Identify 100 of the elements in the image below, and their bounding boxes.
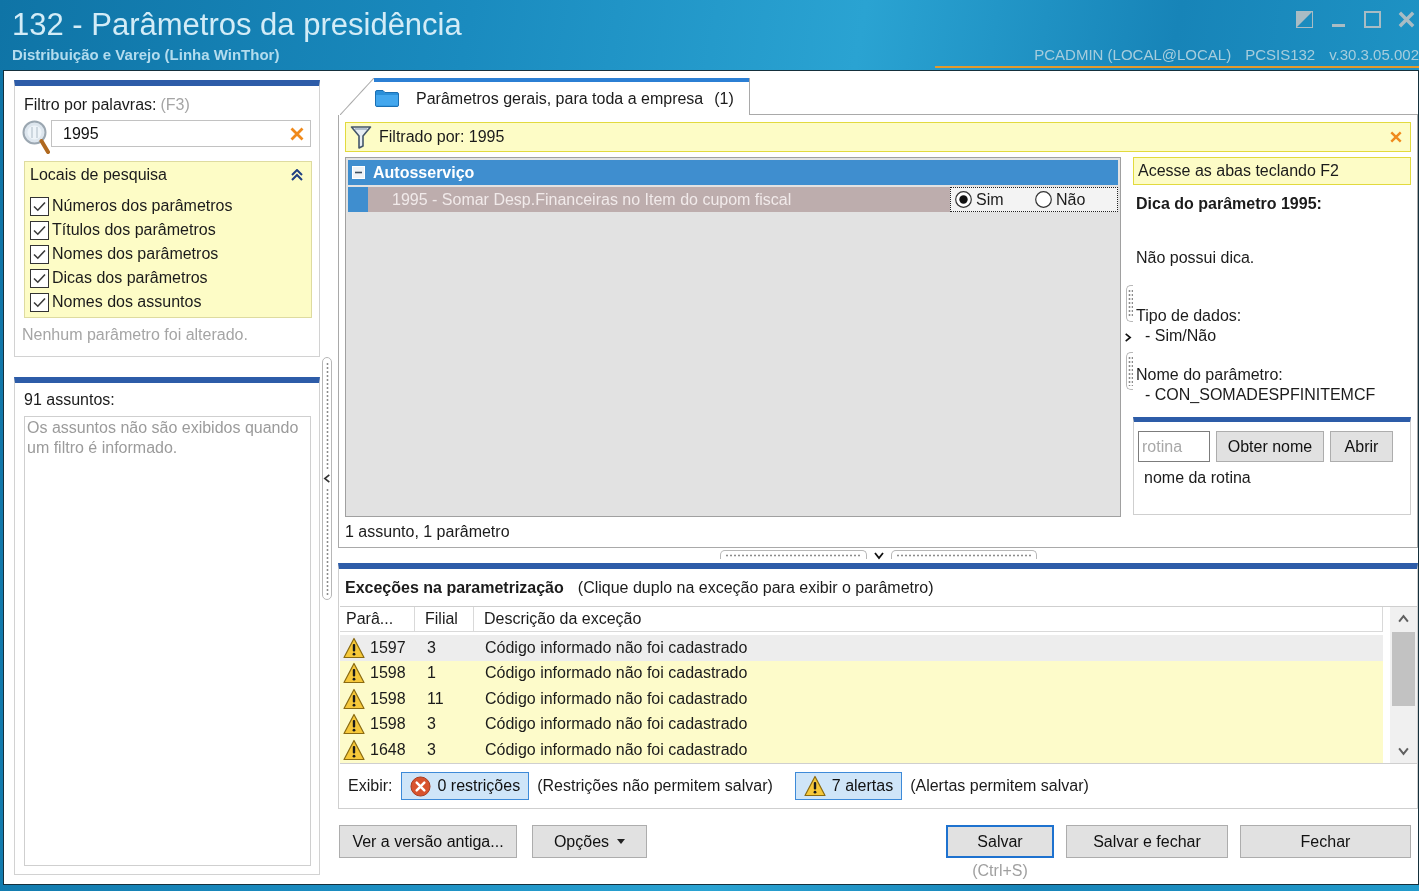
window-subtitle: Distribuição e Varejo (Linha WinThor) (12, 46, 281, 64)
exception-row[interactable]: 1598 3 Código informado não foi cadastrado (340, 711, 1383, 737)
splitter-grip[interactable] (890, 550, 1037, 559)
radio-button[interactable] (955, 191, 972, 208)
checkbox[interactable] (30, 292, 49, 312)
section-title: Exceções na parametrização (345, 578, 564, 597)
toggle-button[interactable]: 7 alertas (794, 772, 903, 800)
warning-icon (343, 687, 365, 710)
subjects-title: 91 assuntos: (24, 391, 116, 409)
exception-row[interactable]: 1597 3 Código informado não foi cadastrado (340, 635, 1383, 661)
search-field[interactable]: 1995 (51, 120, 311, 147)
button[interactable]: Opções (532, 825, 647, 858)
table-cell-text: 3 (426, 638, 437, 657)
status-text: Nenhum parâmetro foi alterado. (22, 326, 249, 344)
button[interactable]: Salvar (946, 825, 1054, 858)
scrollbar[interactable] (1390, 607, 1417, 763)
checkbox[interactable] (30, 268, 49, 288)
table-cell-text: 1 (426, 664, 437, 683)
data-type-label: Tipo de dados: (1136, 306, 1243, 326)
column-header[interactable]: Descrição da exceção (474, 607, 1383, 631)
table-cell-text: 11 (426, 689, 445, 708)
table-cell-text: Código informado não foi cadastrado (484, 664, 749, 683)
chevron-up-icon[interactable] (1398, 614, 1409, 625)
toggle-button[interactable]: 0 restrições (401, 772, 530, 800)
table-cell: 1648 (370, 740, 406, 759)
button[interactable]: Abrir (1330, 431, 1393, 462)
checkbox-label: Dicas dos parâmetros (52, 269, 208, 287)
radio-label: Sim (976, 190, 1004, 209)
radio-label: Não (1056, 190, 1086, 209)
splitter-grip[interactable] (1126, 352, 1133, 390)
warning-icon (343, 636, 365, 659)
button[interactable]: Ver a versão antiga... (339, 825, 517, 858)
window-title: 132 - Parâmetros da presidência (12, 7, 462, 43)
search-input[interactable]: 1995 (63, 121, 290, 146)
button[interactable]: Salvar e fechar (1066, 825, 1228, 858)
funnel-icon (350, 125, 372, 149)
shortcut-hint: (Ctrl+S) (972, 862, 1028, 880)
error-icon (410, 775, 432, 797)
subjects-note: Os assuntos não são exibidos quando um filtro é informado. (27, 418, 300, 458)
data-type-value: - Sim/Não (1145, 326, 1218, 346)
table-cell: 1598 (370, 689, 406, 708)
warning-icon (343, 662, 365, 685)
checkbox-label: Nomes dos assuntos (52, 293, 202, 311)
table-cell: 1598 (370, 715, 406, 734)
warning-icon (803, 775, 826, 797)
group-indent-strip (348, 187, 368, 212)
warning-icon (343, 713, 365, 736)
hint-text: Não possui dica. (1136, 248, 1256, 268)
filter-label: Filtro por palavras: (24, 96, 157, 114)
exception-row[interactable]: 1598 11 Código informado não foi cadastrado (340, 686, 1383, 712)
table-cell-text: 3 (426, 740, 437, 759)
exception-row[interactable]: 1648 3 Código informado não foi cadastrado (340, 737, 1383, 763)
folder-icon (375, 90, 399, 107)
version-text: v.30.3.05.002 (1329, 46, 1419, 64)
splitter-grip[interactable] (719, 550, 867, 559)
chevron-down-icon[interactable] (873, 550, 884, 560)
table-cell-text: Código informado não foi cadastrado (484, 689, 749, 708)
radio-button[interactable] (1035, 191, 1052, 208)
table-cell: 1597 (370, 638, 406, 657)
caret-down-icon (617, 839, 626, 844)
splitter-grip[interactable] (1126, 285, 1133, 322)
double-chevron-up-icon[interactable] (291, 169, 303, 181)
parameter-row[interactable]: 1995 - Somar Desp.Financeiras no Item do cupom fiscal Sim Não (368, 187, 1118, 212)
table-cell-text: 3 (426, 715, 437, 734)
routine-code: PCSIS132 (1245, 46, 1316, 64)
column-header[interactable]: Filial (415, 607, 474, 631)
button[interactable]: Obter nome (1216, 431, 1324, 462)
column-header[interactable]: Parâ... (340, 607, 415, 631)
toggle-note: (Alertas permitem salvar) (910, 777, 1089, 795)
show-label: Exibir: (348, 777, 393, 795)
section-title: Locais de pesquisa (30, 166, 167, 184)
checkbox-label: Números dos parâmetros (52, 197, 233, 215)
parameter-name-value: - CON_SOMADESPFINITEMCF (1145, 385, 1377, 405)
minus-box-icon[interactable] (352, 166, 365, 179)
scrollbar-thumb[interactable] (1392, 632, 1415, 706)
parameter-name-label: Nome do parâmetro: (1136, 365, 1284, 385)
table-cell: 1598 (370, 664, 406, 683)
summary-text: 1 assunto, 1 parâmetro (345, 522, 511, 542)
checkbox[interactable] (30, 244, 49, 264)
warning-icon (343, 738, 365, 761)
section-hint: (Clique duplo na exceção para exibir o parâmetro) (577, 578, 934, 597)
checkbox-label: Títulos dos parâmetros (52, 221, 216, 239)
chevron-right-icon[interactable] (1123, 332, 1132, 342)
hint-title: Dica do parâmetro 1995: (1136, 194, 1323, 214)
search-icon (22, 120, 50, 154)
tab[interactable]: Parâmetros gerais, para toda a empresa (1) (340, 78, 750, 115)
table-cell-text: Código informado não foi cadastrado (484, 638, 749, 657)
routine-input[interactable]: rotina (1138, 431, 1210, 462)
filter-text: Filtrado por: 1995 (379, 128, 506, 146)
user-info: PCADMIN (LOCAL@LOCAL) (1034, 46, 1232, 64)
button[interactable]: Fechar (1240, 825, 1411, 858)
chevron-left-icon[interactable] (322, 474, 332, 483)
table-cell-text: Código informado não foi cadastrado (484, 740, 749, 759)
checkbox[interactable] (30, 196, 49, 216)
exception-row[interactable]: 1598 1 Código informado não foi cadastrado (340, 660, 1383, 686)
group-header[interactable]: Autosserviço (348, 160, 1118, 185)
checkbox-label: Nomes dos parâmetros (52, 245, 219, 263)
checkbox[interactable] (30, 220, 49, 240)
parameter-label: 1995 - Somar Desp.Financeiras no Item do cupom fiscal (391, 189, 793, 210)
table-cell-text: Código informado não foi cadastrado (484, 715, 749, 734)
